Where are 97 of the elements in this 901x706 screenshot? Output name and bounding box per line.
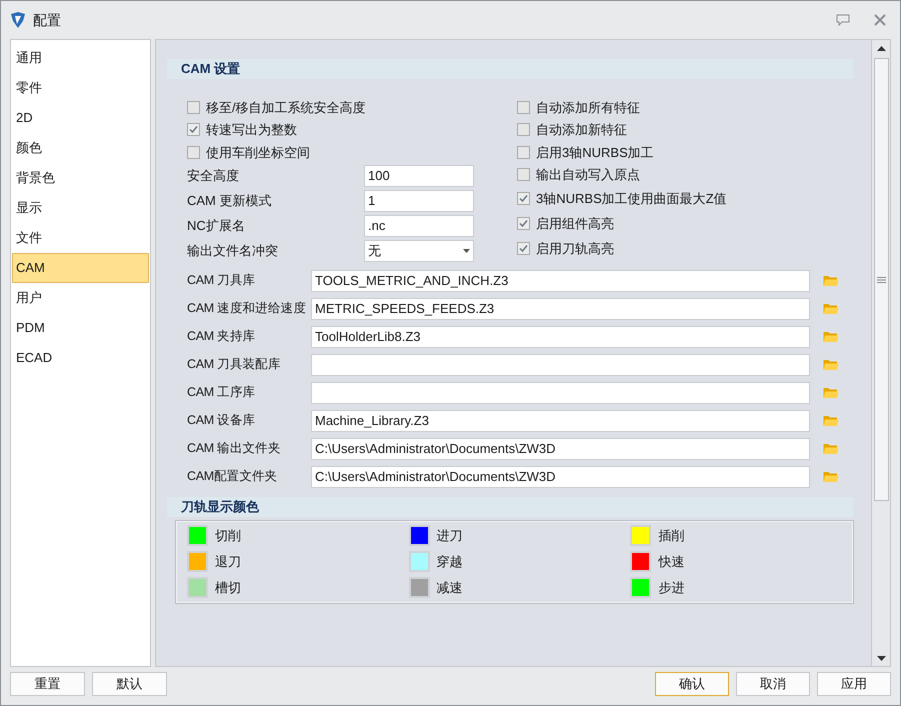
color-label: 快速 [658,552,684,571]
input-field[interactable] [311,382,810,404]
checkbox[interactable] [517,123,530,136]
scrollbar[interactable] [871,40,890,666]
checkbox[interactable] [187,123,200,136]
color-swatch[interactable] [630,577,652,598]
field-label: CAM 夹持库 [187,328,256,346]
checkbox-label: 启用组件高亮 [536,214,614,233]
close-icon[interactable] [874,14,886,26]
color-swatch[interactable] [187,525,208,546]
checkbox[interactable] [517,100,530,114]
input-field[interactable]: 1 [364,190,474,212]
sidebar-item[interactable]: 背景色 [12,163,149,193]
color-swatch[interactable] [408,577,430,598]
sidebar-item[interactable]: 颜色 [12,133,149,163]
color-label: 穿越 [436,552,463,571]
input-field[interactable]: C:\Users\Administrator\Documents\ZW3D [311,466,810,488]
color-label: 槽切 [215,578,241,597]
checkbox-label: 自动添加所有特征 [536,98,640,116]
footer-button[interactable]: 取消 [736,672,810,696]
scroll-down-icon[interactable] [876,656,886,661]
color-swatch[interactable] [408,551,430,572]
input-field[interactable]: Machine_Library.Z3 [311,410,810,432]
color-label: 进刀 [436,526,463,545]
field-label: CAM 更新模式 [187,192,272,210]
sidebar-item[interactable]: 用户 [12,283,149,313]
checkbox-label: 使用车削坐标空间 [206,144,310,162]
footer-button[interactable]: 应用 [817,672,891,696]
field-label: NC扩展名 [187,217,246,236]
dropdown[interactable]: 无 [364,240,474,262]
color-swatch[interactable] [630,551,652,572]
scroll-up-icon[interactable] [876,46,886,51]
checkbox[interactable] [517,242,530,255]
checkbox[interactable] [517,146,530,159]
input-field[interactable]: METRIC_SPEEDS_FEEDS.Z3 [311,298,810,320]
color-label: 步进 [658,578,684,597]
folder-icon[interactable] [823,274,839,287]
section-header: 刀轨显示颜色 [167,496,853,516]
field-label: 安全高度 [187,167,240,186]
folder-icon[interactable] [823,358,839,371]
color-label: 减速 [436,578,463,597]
app-logo-icon [9,11,27,29]
input-field[interactable]: TOOLS_METRIC_AND_INCH.Z3 [311,270,810,292]
sidebar-item[interactable]: ECAD [12,343,149,373]
field-label: CAM 速度和进给速度 [187,300,307,318]
field-label: CAM 输出文件夹 [187,440,282,458]
checkbox-label: 输出自动写入原点 [536,166,640,184]
color-swatch[interactable] [187,551,208,572]
folder-icon[interactable] [823,330,839,343]
field-label: CAM配置文件夹 [187,468,278,486]
input-field[interactable] [311,354,810,376]
color-label: 切削 [215,526,241,545]
checkbox[interactable] [187,146,200,159]
footer-button[interactable]: 重置 [10,672,85,696]
checkbox[interactable] [517,217,530,230]
checkbox-label: 启用3轴NURBS加工 [536,144,654,162]
sidebar-item[interactable]: CAM [12,253,149,283]
folder-icon[interactable] [823,386,839,399]
sidebar-item[interactable]: 文件 [12,223,149,253]
field-label: CAM 刀具库 [187,272,256,290]
checkbox[interactable] [187,100,200,114]
input-field[interactable]: 100 [364,165,474,187]
field-label: 输出文件名冲突 [187,242,279,260]
folder-icon[interactable] [823,302,839,315]
checkbox-label: 自动添加新特征 [536,121,627,139]
color-swatch[interactable] [408,525,430,546]
color-swatch[interactable] [630,525,652,546]
caret-icon [463,249,470,253]
sidebar-item[interactable]: PDM [12,313,149,343]
sidebar-item[interactable]: 零件 [12,73,149,103]
footer-button[interactable]: 默认 [92,672,167,696]
grip-icon [876,276,886,282]
checkbox-label: 转速写出为整数 [206,121,297,139]
sidebar-item[interactable]: 2D [12,103,149,133]
sidebar-item[interactable]: 显示 [12,193,149,223]
footer-button[interactable]: 确认 [655,672,729,696]
color-label: 插削 [658,526,684,545]
window-title: 配置 [33,10,61,30]
checkbox-label: 移至/移自加工系统安全高度 [206,98,366,116]
folder-icon[interactable] [823,442,839,455]
section-header: CAM 设置 [167,59,853,79]
checkbox-label: 3轴NURBS加工使用曲面最大Z值 [536,190,727,208]
comment-icon[interactable] [836,14,850,26]
folder-icon[interactable] [823,470,839,483]
color-swatch[interactable] [187,577,208,598]
color-label: 退刀 [215,552,241,571]
input-field[interactable]: C:\Users\Administrator\Documents\ZW3D [311,438,810,460]
field-label: CAM 工序库 [187,384,256,402]
input-field[interactable]: ToolHolderLib8.Z3 [311,326,810,348]
checkbox-label: 启用刀轨高亮 [536,240,614,258]
sidebar-item[interactable]: 通用 [12,43,149,73]
field-label: CAM 刀具装配库 [187,356,282,374]
input-field[interactable]: .nc [364,215,474,237]
folder-icon[interactable] [823,414,839,427]
checkbox[interactable] [517,168,530,182]
field-label: CAM 设备库 [187,412,256,430]
checkbox[interactable] [517,192,530,205]
